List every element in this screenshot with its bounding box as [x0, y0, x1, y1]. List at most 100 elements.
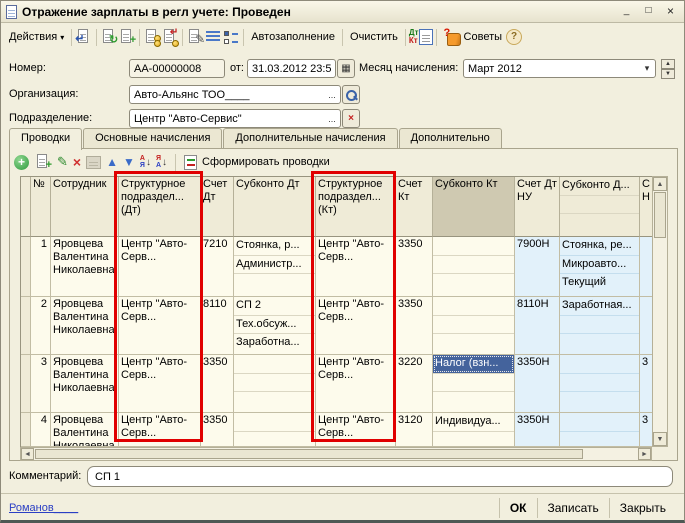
cell-account-kt-nu[interactable]: [640, 297, 652, 355]
cell-account-kt-nu[interactable]: [640, 237, 652, 297]
subconto-line[interactable]: Заработна...: [234, 333, 315, 351]
subconto-line[interactable]: Индивидуа...: [433, 413, 514, 431]
subconto-line[interactable]: Заработная...: [560, 297, 639, 315]
cell-subconto-dt-nu[interactable]: [560, 413, 640, 447]
register-records-icon[interactable]: [419, 29, 433, 45]
subconto-line[interactable]: [433, 373, 514, 391]
copy-row-button[interactable]: +: [34, 153, 52, 171]
post-document-icon[interactable]: [143, 28, 161, 46]
month-input[interactable]: [464, 60, 639, 77]
cell-marker[interactable]: [21, 237, 31, 297]
generate-postings-button[interactable]: Сформировать проводки: [202, 156, 330, 168]
checkbox-list-icon[interactable]: [222, 28, 240, 46]
cell-account-kt-nu[interactable]: 3: [640, 355, 652, 413]
cell-dept-kt[interactable]: Центр "Авто-Серв...: [316, 355, 396, 413]
subconto-line[interactable]: Микроавто...: [560, 255, 639, 273]
cell-account-kt[interactable]: 3220: [396, 355, 433, 413]
col-header-dept-kt[interactable]: Структурное подраздел... (Кт): [316, 177, 396, 237]
subconto-line[interactable]: Тех.обсуж...: [234, 315, 315, 333]
write-document-icon[interactable]: ↵: [75, 28, 93, 46]
subconto-line[interactable]: [433, 297, 514, 315]
subconto-line[interactable]: Стоянка, ре...: [560, 237, 639, 255]
actions-menu-button[interactable]: Действия▾: [5, 29, 68, 45]
cell-dept-dt[interactable]: Центр "Авто-Серв...: [119, 355, 201, 413]
ok-button[interactable]: ОК: [499, 498, 537, 518]
reread-icon[interactable]: ↻: [100, 28, 118, 46]
cell-subconto-kt[interactable]: [433, 297, 515, 355]
col-header-marker[interactable]: [21, 177, 31, 237]
minimize-button[interactable]: _: [618, 4, 635, 19]
month-dropdown-button[interactable]: ▾: [639, 60, 655, 77]
cell-dept-kt[interactable]: Центр "Авто-Серв...: [316, 297, 396, 355]
tab-provodki[interactable]: Проводки: [9, 128, 82, 150]
cell-subconto-dt[interactable]: СП 2Тех.обсуж...Заработна...: [234, 297, 316, 355]
cell-account-dt[interactable]: 3350: [201, 413, 234, 447]
add-row-button[interactable]: +: [14, 155, 29, 170]
subconto-line[interactable]: [433, 391, 514, 409]
subconto-line[interactable]: [560, 315, 639, 333]
scroll-right-button[interactable]: ►: [638, 448, 651, 460]
subconto-line[interactable]: [234, 391, 315, 409]
col-header-account-dt-nu[interactable]: Счет Дт НУ: [515, 177, 560, 237]
calendar-button[interactable]: ▦: [337, 59, 355, 78]
subconto-line[interactable]: СП 2: [234, 297, 315, 315]
subconto-line[interactable]: [560, 431, 639, 447]
author-link[interactable]: Романов____: [9, 502, 78, 514]
subconto-line[interactable]: [560, 373, 639, 391]
tab-osnovnye-nachisleniya[interactable]: Основные начисления: [83, 128, 222, 148]
col-header-employee[interactable]: Сотрудник: [51, 177, 119, 237]
cell-num[interactable]: 1: [31, 237, 51, 297]
vertical-scrollbar[interactable]: ▲ ▼: [652, 176, 668, 447]
subconto-line[interactable]: Налог (взн...: [433, 355, 514, 373]
subconto-line[interactable]: [433, 273, 514, 291]
cell-subconto-dt-nu[interactable]: [560, 355, 640, 413]
comment-input[interactable]: [88, 467, 672, 486]
cell-account-kt-nu[interactable]: 3: [640, 413, 652, 447]
horizontal-scroll-thumb[interactable]: [35, 449, 583, 459]
subconto-line[interactable]: [560, 333, 639, 351]
spin-up-button[interactable]: ▲: [661, 59, 675, 69]
dt-kt-icon[interactable]: ДтКт: [409, 29, 419, 45]
col-header-account-kt-nu[interactable]: С Н: [640, 177, 652, 237]
autofill-button[interactable]: Автозаполнение: [247, 29, 339, 45]
cell-subconto-dt[interactable]: [234, 413, 316, 447]
subconto-line[interactable]: Администр...: [234, 255, 315, 273]
cell-marker[interactable]: [21, 413, 31, 447]
delete-row-button[interactable]: ×: [73, 155, 81, 169]
cell-account-dt-nu[interactable]: 7900Н: [515, 237, 560, 297]
col-header-account-dt[interactable]: Счет Дт: [201, 177, 234, 237]
advice-button[interactable]: ?Советы: [440, 27, 506, 48]
move-down-button[interactable]: ▼: [123, 156, 135, 168]
edit-row-button[interactable]: ✎: [57, 154, 68, 170]
subconto-line[interactable]: [433, 431, 514, 447]
cell-subconto-dt-nu[interactable]: Стоянка, ре...Микроавто...Текущий: [560, 237, 640, 297]
cell-account-dt-nu[interactable]: 3350Н: [515, 413, 560, 447]
cell-subconto-dt[interactable]: [234, 355, 316, 413]
cell-dept-kt[interactable]: Центр "Авто-Серв...: [316, 237, 396, 297]
document-movements-icon[interactable]: [204, 28, 222, 46]
department-clear-button[interactable]: ×: [342, 109, 360, 128]
number-input[interactable]: [130, 60, 224, 77]
col-header-dept-dt[interactable]: Структурное подраздел... (Дт): [119, 177, 201, 237]
subconto-line[interactable]: [234, 273, 315, 291]
subconto-line[interactable]: [433, 315, 514, 333]
cell-account-dt-nu[interactable]: 3350Н: [515, 355, 560, 413]
subconto-line[interactable]: [433, 255, 514, 273]
scroll-down-button[interactable]: ▼: [653, 432, 667, 446]
col-header-num[interactable]: №: [31, 177, 51, 237]
sort-ascending-button[interactable]: АЯ↓: [140, 155, 151, 169]
cell-marker[interactable]: [21, 355, 31, 413]
cell-subconto-kt[interactable]: Индивидуа...: [433, 413, 515, 447]
cell-employee[interactable]: Яровцева Валентина Николаевна: [51, 297, 119, 355]
cell-dept-dt[interactable]: Центр "Авто-Серв...: [119, 237, 201, 297]
cell-account-kt[interactable]: 3350: [396, 297, 433, 355]
cell-marker[interactable]: [21, 297, 31, 355]
col-header-subconto-dt-nu[interactable]: Субконто Д...: [560, 177, 640, 237]
cell-employee[interactable]: Яровцева Валентина Николаевна: [51, 237, 119, 297]
organization-open-button[interactable]: [342, 85, 360, 104]
date-input[interactable]: [248, 60, 335, 77]
department-select-button[interactable]: ...: [324, 110, 340, 127]
cell-account-dt[interactable]: 3350: [201, 355, 234, 413]
edit-document-icon[interactable]: ✎: [186, 28, 204, 46]
subconto-line[interactable]: [234, 431, 315, 447]
